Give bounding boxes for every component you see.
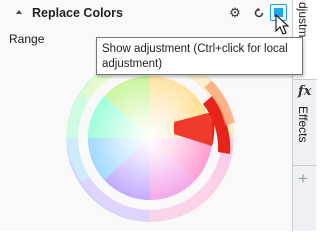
range-label: Range: [9, 32, 45, 46]
panel-header: Replace Colors ⚙: [0, 0, 292, 26]
side-panel-strip: djustm fx Effects +: [292, 0, 317, 231]
tooltip-line-1: Show adjustment (Ctrl+click for local: [102, 43, 288, 55]
effects-tab-label: Effects: [296, 106, 310, 143]
gear-icon[interactable]: ⚙: [227, 5, 243, 21]
add-icon[interactable]: +: [298, 170, 308, 187]
collapse-arrow-icon[interactable]: [16, 10, 22, 14]
mouse-cursor-icon: [275, 14, 290, 35]
panel-title: Replace Colors: [32, 6, 124, 20]
tooltip: Show adjustment (Ctrl+click for local ad…: [96, 37, 303, 75]
color-wheel[interactable]: [62, 54, 242, 234]
reset-icon[interactable]: [251, 5, 267, 21]
fx-icon: fx: [298, 84, 312, 99]
tooltip-line-2: adjustment): [102, 58, 163, 70]
adjustments-tab-label: djustm: [296, 2, 310, 38]
replace-colors-panel: Replace Colors ⚙ Range djustm fx Effects…: [0, 0, 317, 234]
